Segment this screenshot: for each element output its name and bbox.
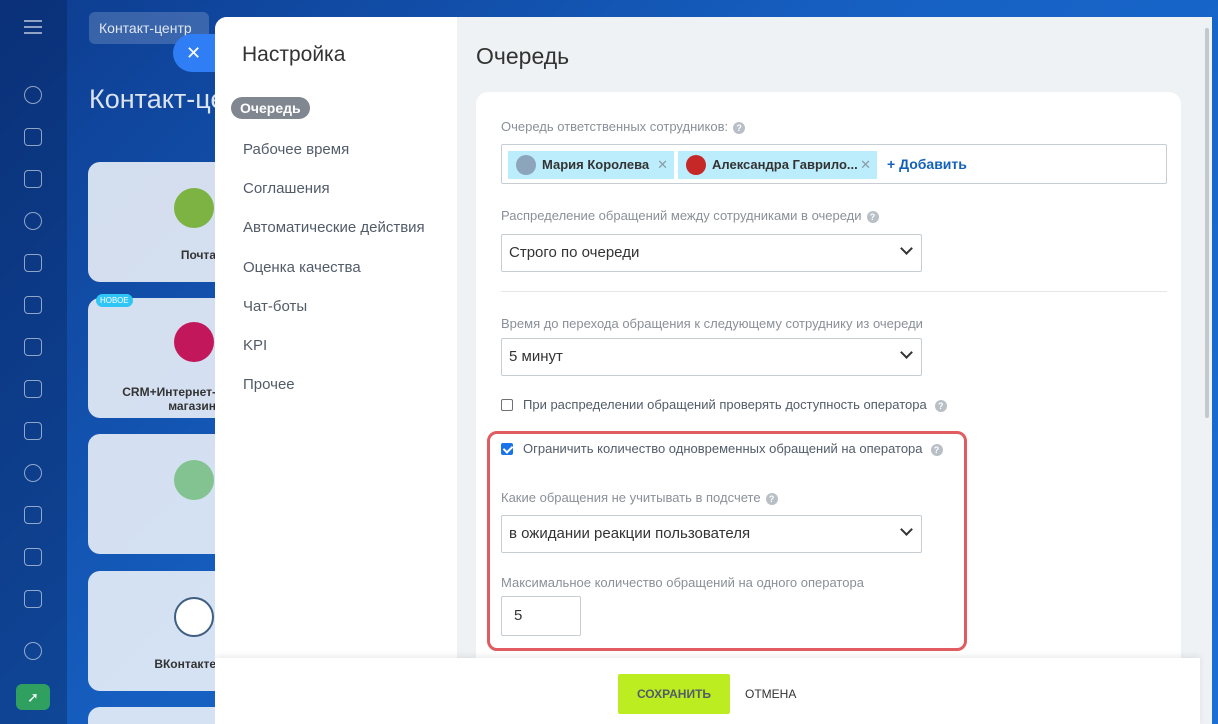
rocket-icon[interactable]: ➚ <box>16 684 50 710</box>
new-badge: НОВОЕ <box>96 294 133 307</box>
schedule-icon[interactable] <box>24 548 42 566</box>
channel-card-blurred[interactable] <box>88 434 228 554</box>
shop-icon[interactable] <box>24 380 42 398</box>
feed-icon[interactable] <box>24 86 42 104</box>
tasks-icon[interactable] <box>24 170 42 188</box>
help-icon[interactable]: ? <box>733 121 746 134</box>
channel-icon <box>174 460 214 500</box>
close-icon: ✕ <box>186 43 202 63</box>
save-button[interactable]: СОХРАНИТЬ <box>618 674 730 714</box>
help-icon[interactable]: ? <box>866 210 879 223</box>
sidebar-item-other[interactable]: Прочее <box>243 376 295 393</box>
chevron-down-icon <box>900 523 913 536</box>
sidebar-item-chatbots[interactable]: Чат-боты <box>243 298 307 315</box>
max-label: Максимальное количество обращений на одн… <box>501 575 864 590</box>
employee-name: Мария Королева <box>542 157 650 172</box>
sidebar-item-kpi[interactable]: KPI <box>243 337 267 354</box>
exclude-select[interactable]: в ожидании реакции пользователя <box>501 515 922 553</box>
channel-card-vk[interactable]: ВКонтакте <box>88 571 228 691</box>
user-avatar-icon <box>686 155 706 175</box>
remove-tag-icon[interactable]: ✕ <box>657 151 668 179</box>
limit-row: Ограничить количество одновременных обра… <box>501 441 943 456</box>
page-title: Очередь <box>476 43 570 69</box>
close-slider-button[interactable]: ✕ <box>173 34 219 72</box>
channel-card-mail[interactable]: Почта <box>88 162 228 282</box>
divider <box>501 291 1167 292</box>
menu-icon[interactable] <box>24 20 42 38</box>
sidebar-item-agreements[interactable]: Соглашения <box>243 180 330 197</box>
limit-label: Ограничить количество одновременных обра… <box>523 441 923 456</box>
chat-icon[interactable] <box>24 128 42 146</box>
check-availability-label: При распределении обращений проверять до… <box>523 397 927 412</box>
sidebar-title: Настройка <box>242 43 346 66</box>
distribution-label: Распределение обращений между сотрудника… <box>501 208 879 223</box>
checklist-icon[interactable] <box>24 506 42 524</box>
channel-card-label: CRM+Интернет-магазин <box>122 385 216 413</box>
limit-checkbox[interactable] <box>501 443 513 455</box>
sidebar-item-automatic-actions[interactable]: Автоматические действия <box>243 219 425 236</box>
check-availability-checkbox[interactable] <box>501 399 513 411</box>
crm-icon[interactable] <box>24 212 42 230</box>
queue-label: Очередь ответственных сотрудников:? <box>501 119 746 134</box>
remove-tag-icon[interactable]: ✕ <box>860 151 871 179</box>
queue-settings-card: Очередь ответственных сотрудников:? Мари… <box>476 92 1181 692</box>
channel-card-label: Почта <box>180 248 216 262</box>
help-icon[interactable]: ? <box>930 443 943 456</box>
help-icon[interactable]: ? <box>934 399 947 412</box>
channel-card-label: ВКонтакте <box>154 657 216 671</box>
footer-bar: СОХРАНИТЬ ОТМЕНА <box>215 658 1200 724</box>
employee-tag[interactable]: Мария Королева ✕ <box>508 151 674 179</box>
distribution-value: Строго по очереди <box>509 244 640 261</box>
shop-channel-icon <box>174 322 214 362</box>
sidebar-item-quality-rating[interactable]: Оценка качества <box>243 259 361 276</box>
help-icon[interactable]: ? <box>765 492 778 505</box>
distribution-label-text: Распределение обращений между сотрудника… <box>501 208 862 223</box>
channel-card-partial[interactable] <box>88 707 228 724</box>
vk-icon <box>174 597 214 637</box>
channel-card-crm-shop[interactable]: CRM+Интернет-магазин <box>88 298 228 418</box>
check-availability-row: При распределении обращений проверять до… <box>501 397 947 412</box>
max-requests-input[interactable]: 5 <box>501 596 581 636</box>
sites-icon[interactable] <box>24 338 42 356</box>
left-nav-bar: ➚ <box>0 0 67 724</box>
mail-channel-icon <box>174 188 214 228</box>
employee-tag[interactable]: Александра Гаврило... ✕ <box>678 151 877 179</box>
queue-label-text: Очередь ответственных сотрудников: <box>501 119 729 134</box>
mail-icon[interactable] <box>24 422 42 440</box>
exclude-value: в ожидании реакции пользователя <box>509 525 751 542</box>
settings-sidebar: Настройка Очередь Рабочее время Соглашен… <box>215 17 457 667</box>
employees-selector[interactable]: Мария Королева ✕ Александра Гаврило... ✕… <box>501 144 1167 184</box>
time-label: Время до перехода обращения к следующему… <box>501 316 923 331</box>
settings-slider: Настройка Очередь Рабочее время Соглашен… <box>215 17 1212 724</box>
time-select[interactable]: 5 минут <box>501 338 922 376</box>
add-employee-link[interactable]: + Добавить <box>887 156 967 172</box>
time-value: 5 минут <box>509 348 563 365</box>
sidebar-item-working-hours[interactable]: Рабочее время <box>243 141 349 158</box>
warehouse-icon[interactable] <box>24 590 42 608</box>
chevron-down-icon <box>900 242 913 255</box>
user-avatar-icon <box>516 155 536 175</box>
employee-name: Александра Гаврило... <box>712 157 858 172</box>
employees-icon[interactable] <box>24 464 42 482</box>
scrollbar[interactable] <box>1205 28 1209 418</box>
chevron-down-icon <box>900 346 913 359</box>
exclude-label: Какие обращения не учитывать в подсчете? <box>501 490 778 505</box>
documents-icon[interactable] <box>24 296 42 314</box>
cancel-button[interactable]: ОТМЕНА <box>745 674 796 714</box>
calendar-icon[interactable] <box>24 254 42 272</box>
exclude-label-text: Какие обращения не учитывать в подсчете <box>501 490 761 505</box>
sidebar-item-queue[interactable]: Очередь <box>231 97 310 119</box>
distribution-select[interactable]: Строго по очереди <box>501 234 922 272</box>
settings-gear-icon[interactable] <box>24 642 42 660</box>
